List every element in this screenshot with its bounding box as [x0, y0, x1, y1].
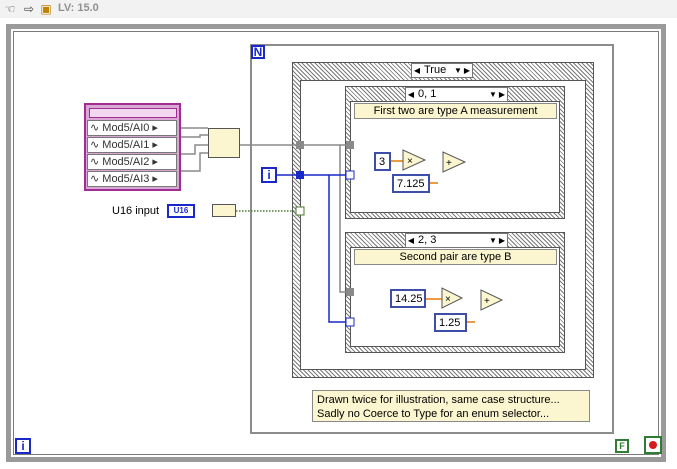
add-symbol: + [484, 296, 490, 307]
multiply-symbol: × [407, 156, 413, 167]
add-symbol: + [446, 158, 452, 169]
channel-wires [181, 127, 348, 293]
wires-layer: × + × + [181, 127, 504, 327]
index-wires [277, 174, 348, 323]
tunnels [295, 141, 355, 327]
arithmetic-primitives [402, 149, 504, 311]
multiply-symbol: × [445, 294, 451, 305]
